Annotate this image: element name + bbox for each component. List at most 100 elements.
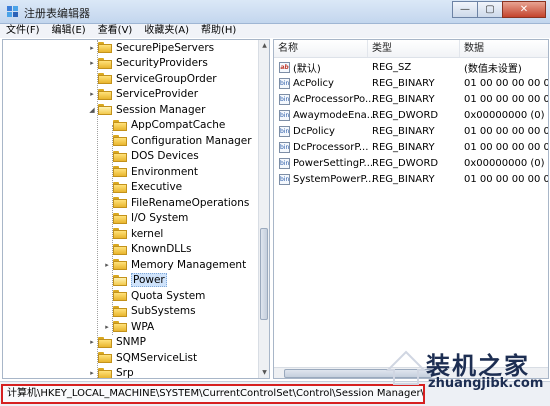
tree-node-label: Environment: [131, 165, 199, 178]
binary-value-icon: bin: [279, 77, 290, 89]
value-row[interactable]: bin PowerSettingP... REG_DWORD 0x00000000 (…: [274, 155, 548, 171]
tree-node[interactable]: FileRenameOperations: [102, 195, 249, 210]
value-name: DcProcessorP...: [293, 141, 369, 153]
value-type: REG_BINARY: [372, 77, 435, 89]
expand-toggle-icon[interactable]: ◢: [87, 106, 97, 114]
column-header-type[interactable]: 类型: [368, 40, 460, 57]
value-data: 01 00 00 00 00 00 00: [464, 173, 548, 185]
tree-node[interactable]: ▸ Memory Management: [102, 257, 246, 272]
column-header-data[interactable]: 数据: [460, 40, 548, 57]
tree-node-label: WPA: [131, 320, 155, 333]
tree-node[interactable]: kernel: [102, 226, 163, 241]
binary-value-icon: bin: [279, 125, 290, 137]
folder-icon: [98, 88, 112, 100]
folder-icon: [98, 42, 112, 53]
tree-node[interactable]: ◢ Session Manager: [87, 102, 205, 117]
tree-node[interactable]: DOS Devices: [102, 149, 199, 164]
value-name: (默认): [293, 63, 321, 75]
scroll-up-icon[interactable]: ▲: [259, 40, 269, 51]
expand-toggle-icon[interactable]: ▸: [87, 338, 97, 346]
close-button[interactable]: ✕: [502, 1, 546, 18]
minimize-button[interactable]: —: [452, 1, 478, 18]
maximize-button[interactable]: ▢: [477, 1, 503, 18]
window-title: 注册表编辑器: [24, 7, 90, 20]
scroll-thumb[interactable]: [260, 228, 268, 320]
tree-node[interactable]: Configuration Manager: [102, 133, 252, 148]
tree-node[interactable]: ▸ SecurePipeServers: [87, 40, 214, 55]
value-type: REG_BINARY: [372, 93, 435, 105]
tree-node[interactable]: ▸ Srp: [87, 366, 134, 379]
binary-value-icon: bin: [279, 109, 290, 121]
menu-favorites[interactable]: 收藏夹(A): [138, 24, 195, 38]
tree-node[interactable]: Quota System: [102, 288, 205, 303]
expand-toggle-icon[interactable]: ▸: [102, 323, 112, 331]
binary-value-icon: bin: [279, 157, 290, 169]
value-row[interactable]: bin SystemPowerP... REG_BINARY 01 00 00 00 …: [274, 171, 548, 187]
regedit-icon: [7, 6, 18, 17]
tree-node[interactable]: SubSystems: [102, 304, 196, 319]
value-row[interactable]: ab (默认) REG_SZ (数值未设置): [274, 59, 548, 75]
tree-node[interactable]: Environment: [102, 164, 198, 179]
value-row[interactable]: bin AcProcessorPo... REG_BINARY 01 00 00 00…: [274, 91, 548, 107]
tree-node[interactable]: Executive: [102, 180, 182, 195]
tree-node-label: Session Manager: [116, 103, 206, 116]
value-name: PowerSettingP...: [293, 157, 374, 169]
tree-scrollbar[interactable]: ▲ ▼: [258, 40, 269, 378]
expand-toggle-icon[interactable]: ▸: [87, 369, 97, 377]
tree-node[interactable]: ▸ SecurityProviders: [87, 56, 208, 71]
tree-node-label: DOS Devices: [131, 150, 199, 162]
menu-file[interactable]: 文件(F): [0, 24, 46, 38]
expand-toggle-icon[interactable]: ▸: [87, 59, 97, 67]
watermark-logo: 装机之家 zhuangjibk.com: [386, 346, 550, 391]
menu-help[interactable]: 帮助(H): [195, 24, 242, 38]
folder-icon: [98, 367, 112, 378]
column-header-name[interactable]: 名称: [274, 40, 368, 57]
value-data: 01 00 00 00 00 06 00: [464, 77, 548, 89]
value-data: 01 00 00 00 00 03 00: [464, 141, 548, 153]
registry-tree[interactable]: ▲ ▼ ▸ SecurePipeServers ▸ SecurityProviders…: [2, 39, 270, 379]
value-row[interactable]: binDcPolicy REG_BINARY 01 00 00 00 00 06 0…: [274, 123, 548, 139]
tree-node-label: Power: [131, 273, 167, 287]
expand-toggle-icon[interactable]: ▸: [87, 90, 97, 98]
expand-toggle-icon[interactable]: ▸: [102, 261, 112, 269]
tree-node-label: SNMP: [116, 336, 146, 348]
tree-node[interactable]: Power: [102, 273, 167, 288]
folder-icon: [113, 243, 127, 255]
tree-node-label: Srp: [116, 367, 134, 379]
tree-node[interactable]: I/O System: [102, 211, 188, 226]
tree-node-label: Configuration Manager: [131, 134, 252, 147]
folder-icon: [113, 228, 127, 239]
tree-node[interactable]: AppCompatCache: [102, 118, 225, 133]
folder-icon: [113, 259, 127, 270]
tree-node[interactable]: KnownDLLs: [102, 242, 191, 257]
tree-node-label: kernel: [131, 227, 164, 240]
menu-edit[interactable]: 编辑(E): [46, 24, 92, 38]
value-row[interactable]: binAcPolicy REG_BINARY 01 00 00 00 00 06 0…: [274, 75, 548, 91]
value-row[interactable]: bin DcProcessorP... REG_BINARY 01 00 00 00 …: [274, 139, 548, 155]
tree-node[interactable]: ▸ SNMP: [87, 335, 146, 350]
tree-node-label: SecurityProviders: [116, 57, 208, 69]
scroll-down-icon[interactable]: ▼: [259, 367, 269, 378]
tree-node[interactable]: ▸ ServiceProvider: [87, 87, 198, 102]
value-data: (数值未设置): [464, 63, 522, 75]
folder-icon: [113, 212, 127, 224]
folder-icon: [98, 352, 112, 363]
menu-view[interactable]: 查看(V): [92, 24, 139, 38]
value-name: AcPolicy: [293, 77, 334, 89]
tree-node[interactable]: ▸ WPA: [102, 319, 154, 334]
tree-node[interactable]: ServiceGroupOrder: [87, 71, 217, 86]
tree-node-label: AppCompatCache: [131, 119, 226, 131]
value-row[interactable]: bin AwaymodeEna... REG_DWORD 0x00000000 (0): [274, 107, 548, 123]
folder-icon: [98, 73, 112, 84]
values-list[interactable]: 名称 类型 数据 ab (默认) REG_SZ (数值未设置) bin AcPolicy R…: [273, 39, 549, 379]
tree-node[interactable]: SQMServiceList: [87, 350, 197, 365]
folder-icon: [113, 135, 127, 146]
registry-path: 计算机\HKEY_LOCAL_MACHINE\SYSTEM\CurrentCon…: [1, 384, 425, 404]
value-type: REG_DWORD: [372, 109, 439, 121]
binary-value-icon: bin: [279, 173, 290, 185]
tree-node-label: Executive: [131, 181, 183, 193]
value-type: REG_BINARY: [372, 125, 435, 137]
title-bar: 注册表编辑器 — ▢ ✕: [0, 0, 550, 24]
folder-icon: [98, 57, 112, 69]
expand-toggle-icon[interactable]: ▸: [87, 44, 97, 52]
